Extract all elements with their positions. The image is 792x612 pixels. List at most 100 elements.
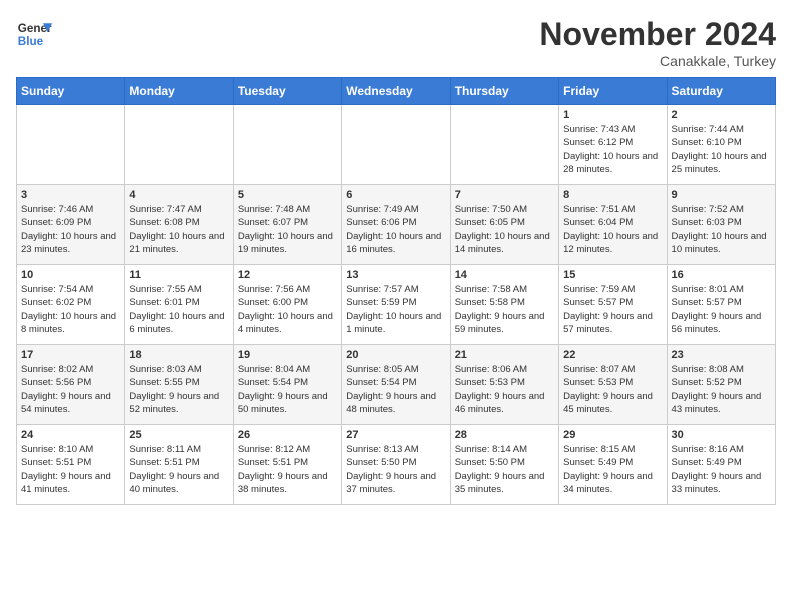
calendar-empty-cell xyxy=(450,105,558,185)
day-number: 9 xyxy=(672,189,771,201)
day-number: 2 xyxy=(672,109,771,121)
day-info: Sunrise: 8:15 AM Sunset: 5:49 PM Dayligh… xyxy=(563,443,662,496)
calendar-week-1: 1 Sunrise: 7:43 AM Sunset: 6:12 PM Daylig… xyxy=(17,105,776,185)
day-number: 3 xyxy=(21,189,120,201)
calendar-day-10: 10 Sunrise: 7:54 AM Sunset: 6:02 PM Dayli… xyxy=(17,265,125,345)
day-number: 17 xyxy=(21,349,120,361)
day-number: 28 xyxy=(455,429,554,441)
calendar-header-tuesday: Tuesday xyxy=(233,78,341,105)
day-number: 18 xyxy=(129,349,228,361)
calendar-week-3: 10 Sunrise: 7:54 AM Sunset: 6:02 PM Dayli… xyxy=(17,265,776,345)
calendar-empty-cell xyxy=(342,105,450,185)
day-info: Sunrise: 8:01 AM Sunset: 5:57 PM Dayligh… xyxy=(672,283,771,336)
calendar-day-16: 16 Sunrise: 8:01 AM Sunset: 5:57 PM Dayli… xyxy=(667,265,775,345)
day-number: 16 xyxy=(672,269,771,281)
day-info: Sunrise: 7:52 AM Sunset: 6:03 PM Dayligh… xyxy=(672,203,771,256)
calendar-day-19: 19 Sunrise: 8:04 AM Sunset: 5:54 PM Dayli… xyxy=(233,345,341,425)
svg-text:Blue: Blue xyxy=(18,35,44,48)
day-info: Sunrise: 7:48 AM Sunset: 6:07 PM Dayligh… xyxy=(238,203,337,256)
calendar-header-saturday: Saturday xyxy=(667,78,775,105)
day-info: Sunrise: 7:54 AM Sunset: 6:02 PM Dayligh… xyxy=(21,283,120,336)
day-number: 4 xyxy=(129,189,228,201)
day-info: Sunrise: 7:51 AM Sunset: 6:04 PM Dayligh… xyxy=(563,203,662,256)
calendar-week-4: 17 Sunrise: 8:02 AM Sunset: 5:56 PM Dayli… xyxy=(17,345,776,425)
calendar-header-thursday: Thursday xyxy=(450,78,558,105)
day-info: Sunrise: 8:04 AM Sunset: 5:54 PM Dayligh… xyxy=(238,363,337,416)
calendar-day-12: 12 Sunrise: 7:56 AM Sunset: 6:00 PM Dayli… xyxy=(233,265,341,345)
calendar-header-monday: Monday xyxy=(125,78,233,105)
day-info: Sunrise: 8:16 AM Sunset: 5:49 PM Dayligh… xyxy=(672,443,771,496)
day-number: 7 xyxy=(455,189,554,201)
day-info: Sunrise: 7:43 AM Sunset: 6:12 PM Dayligh… xyxy=(563,123,662,176)
day-number: 27 xyxy=(346,429,445,441)
day-number: 6 xyxy=(346,189,445,201)
calendar-day-4: 4 Sunrise: 7:47 AM Sunset: 6:08 PM Daylig… xyxy=(125,185,233,265)
calendar-empty-cell xyxy=(233,105,341,185)
page-header: General Blue November 2024 Canakkale, Tu… xyxy=(16,16,776,69)
day-number: 22 xyxy=(563,349,662,361)
calendar-day-14: 14Sunrise: 7:58 AM Sunset: 5:58 PM Dayli… xyxy=(450,265,558,345)
day-info: Sunrise: 8:10 AM Sunset: 5:51 PM Dayligh… xyxy=(21,443,120,496)
calendar-header-sunday: Sunday xyxy=(17,78,125,105)
calendar-day-28: 28 Sunrise: 8:14 AM Sunset: 5:50 PM Dayli… xyxy=(450,425,558,505)
calendar-day-25: 25Sunrise: 8:11 AM Sunset: 5:51 PM Dayli… xyxy=(125,425,233,505)
day-info: Sunrise: 7:57 AM Sunset: 5:59 PM Dayligh… xyxy=(346,283,445,336)
calendar-day-15: 15 Sunrise: 7:59 AM Sunset: 5:57 PM Dayli… xyxy=(559,265,667,345)
day-number: 20 xyxy=(346,349,445,361)
day-info: Sunrise: 8:14 AM Sunset: 5:50 PM Dayligh… xyxy=(455,443,554,496)
day-number: 30 xyxy=(672,429,771,441)
day-number: 23 xyxy=(672,349,771,361)
day-number: 1 xyxy=(563,109,662,121)
calendar-day-30: 30 Sunrise: 8:16 AM Sunset: 5:49 PM Dayli… xyxy=(667,425,775,505)
day-number: 8 xyxy=(563,189,662,201)
calendar-week-5: 24 Sunrise: 8:10 AM Sunset: 5:51 PM Dayli… xyxy=(17,425,776,505)
calendar-day-23: 23 Sunrise: 8:08 AM Sunset: 5:52 PM Dayli… xyxy=(667,345,775,425)
calendar-day-1: 1 Sunrise: 7:43 AM Sunset: 6:12 PM Daylig… xyxy=(559,105,667,185)
calendar-day-13: 13 Sunrise: 7:57 AM Sunset: 5:59 PM Dayli… xyxy=(342,265,450,345)
day-number: 13 xyxy=(346,269,445,281)
day-info: Sunrise: 8:03 AM Sunset: 5:55 PM Dayligh… xyxy=(129,363,228,416)
day-info: Sunrise: 7:49 AM Sunset: 6:06 PM Dayligh… xyxy=(346,203,445,256)
day-info: Sunrise: 8:13 AM Sunset: 5:50 PM Dayligh… xyxy=(346,443,445,496)
calendar-day-9: 9 Sunrise: 7:52 AM Sunset: 6:03 PM Daylig… xyxy=(667,185,775,265)
calendar-day-2: 2 Sunrise: 7:44 AM Sunset: 6:10 PM Daylig… xyxy=(667,105,775,185)
day-info: Sunrise: 8:05 AM Sunset: 5:54 PM Dayligh… xyxy=(346,363,445,416)
calendar-empty-cell xyxy=(17,105,125,185)
day-info: Sunrise: 8:08 AM Sunset: 5:52 PM Dayligh… xyxy=(672,363,771,416)
day-info: Sunrise: 8:07 AM Sunset: 5:53 PM Dayligh… xyxy=(563,363,662,416)
day-info: Sunrise: 8:02 AM Sunset: 5:56 PM Dayligh… xyxy=(21,363,120,416)
day-info: Sunrise: 7:44 AM Sunset: 6:10 PM Dayligh… xyxy=(672,123,771,176)
day-info: Sunrise: 8:11 AM Sunset: 5:51 PM Dayligh… xyxy=(129,443,228,496)
day-info: Sunrise: 8:06 AM Sunset: 5:53 PM Dayligh… xyxy=(455,363,554,416)
logo: General Blue xyxy=(16,16,52,52)
calendar-day-20: 20 Sunrise: 8:05 AM Sunset: 5:54 PM Dayli… xyxy=(342,345,450,425)
day-number: 10 xyxy=(21,269,120,281)
calendar-header-wednesday: Wednesday xyxy=(342,78,450,105)
day-number: 19 xyxy=(238,349,337,361)
day-info: Sunrise: 7:46 AM Sunset: 6:09 PM Dayligh… xyxy=(21,203,120,256)
day-info: Sunrise: 8:12 AM Sunset: 5:51 PM Dayligh… xyxy=(238,443,337,496)
calendar-empty-cell xyxy=(125,105,233,185)
calendar-day-27: 27 Sunrise: 8:13 AM Sunset: 5:50 PM Dayli… xyxy=(342,425,450,505)
day-info: Sunrise: 7:59 AM Sunset: 5:57 PM Dayligh… xyxy=(563,283,662,336)
calendar-day-22: 22 Sunrise: 8:07 AM Sunset: 5:53 PM Dayli… xyxy=(559,345,667,425)
day-number: 26 xyxy=(238,429,337,441)
day-number: 11 xyxy=(129,269,228,281)
day-number: 24 xyxy=(21,429,120,441)
day-number: 5 xyxy=(238,189,337,201)
day-info: Sunrise: 7:47 AM Sunset: 6:08 PM Dayligh… xyxy=(129,203,228,256)
day-info: Sunrise: 7:56 AM Sunset: 6:00 PM Dayligh… xyxy=(238,283,337,336)
calendar-day-21: 21Sunrise: 8:06 AM Sunset: 5:53 PM Dayli… xyxy=(450,345,558,425)
calendar-day-17: 17 Sunrise: 8:02 AM Sunset: 5:56 PM Dayli… xyxy=(17,345,125,425)
calendar-header-row: SundayMondayTuesdayWednesdayThursdayFrid… xyxy=(17,78,776,105)
calendar-header-friday: Friday xyxy=(559,78,667,105)
location: Canakkale, Turkey xyxy=(539,53,776,69)
day-number: 15 xyxy=(563,269,662,281)
calendar-day-7: 7Sunrise: 7:50 AM Sunset: 6:05 PM Daylig… xyxy=(450,185,558,265)
month-title: November 2024 xyxy=(539,16,776,53)
calendar-day-3: 3 Sunrise: 7:46 AM Sunset: 6:09 PM Daylig… xyxy=(17,185,125,265)
day-number: 12 xyxy=(238,269,337,281)
calendar-day-8: 8 Sunrise: 7:51 AM Sunset: 6:04 PM Daylig… xyxy=(559,185,667,265)
calendar-day-5: 5 Sunrise: 7:48 AM Sunset: 6:07 PM Daylig… xyxy=(233,185,341,265)
calendar-day-18: 18 Sunrise: 8:03 AM Sunset: 5:55 PM Dayli… xyxy=(125,345,233,425)
